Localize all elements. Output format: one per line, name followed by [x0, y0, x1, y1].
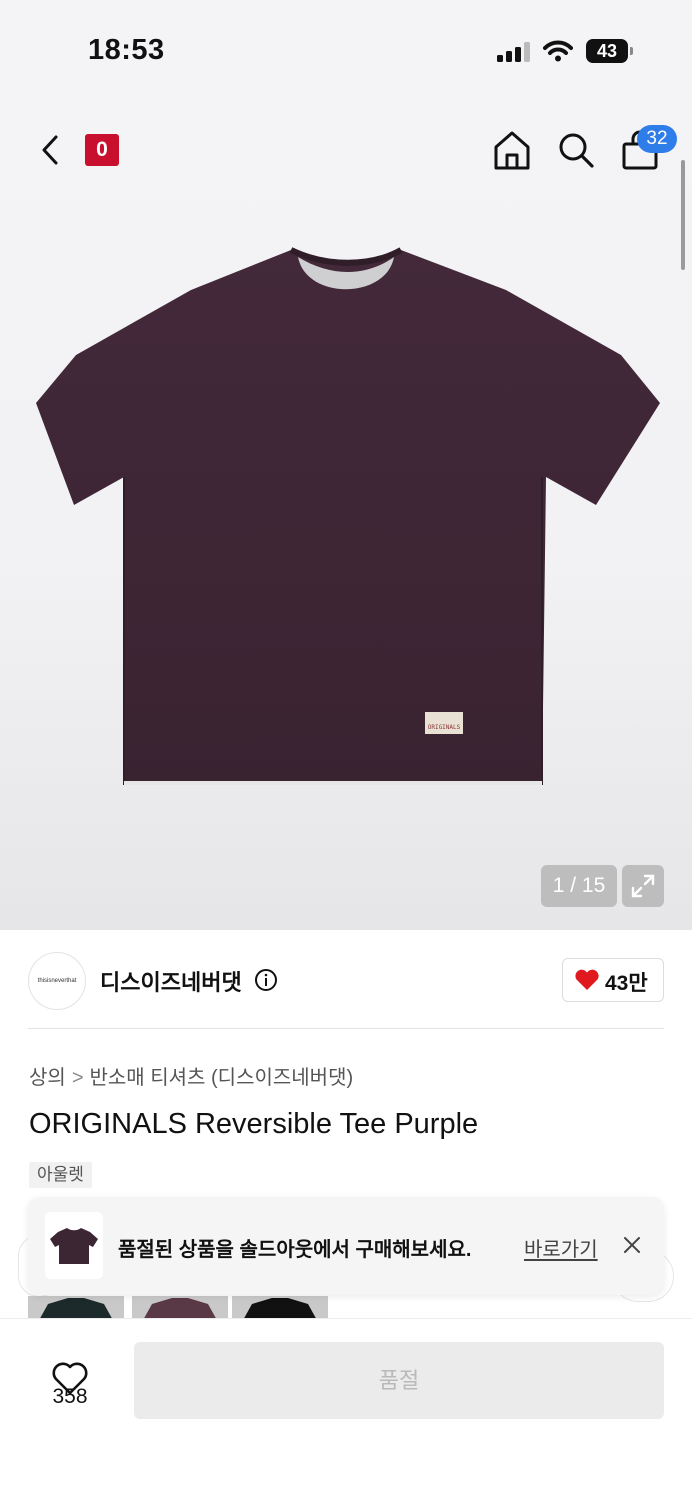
- heart-icon: [575, 969, 599, 990]
- wifi-icon: [543, 40, 573, 62]
- cart-count-badge: 32: [637, 125, 677, 153]
- expand-icon[interactable]: [622, 865, 664, 907]
- garment-label: ORIGINALS: [428, 724, 461, 731]
- info-icon[interactable]: [254, 968, 278, 992]
- toast-go-link[interactable]: 바로가기: [524, 1233, 598, 1262]
- image-counter: 1 / 15: [541, 865, 617, 907]
- soldout-button[interactable]: 품절: [134, 1342, 664, 1419]
- toast-message: 품절된 상품을 솔드아웃에서 구매해보세요.: [118, 1239, 472, 1261]
- section-divider: [28, 1028, 664, 1029]
- breadcrumb-item-category[interactable]: 상의: [29, 1067, 66, 1089]
- store-name[interactable]: 디스이즈네버댓: [100, 965, 242, 997]
- home-icon[interactable]: [492, 128, 532, 172]
- store-like-button[interactable]: 43만: [562, 958, 664, 1002]
- search-icon[interactable]: [556, 130, 596, 170]
- cellular-signal-icon: [497, 42, 530, 62]
- breadcrumb-item-subcategory[interactable]: 반소매 티셔츠 (디스이즈네버댓): [90, 1067, 354, 1089]
- battery-cap: [630, 47, 633, 55]
- status-bar: 18:53 43: [0, 0, 692, 100]
- store-logo[interactable]: thisisneverthat: [28, 952, 86, 1010]
- chevron-right-icon: >: [71, 1067, 84, 1089]
- toast-product-thumbnail: [45, 1212, 103, 1279]
- breadcrumb: 상의 > 반소매 티셔츠 (디스이즈네버댓): [29, 1061, 353, 1090]
- product-image-gallery[interactable]: 18:53 43 0 32 ORIGINALS 1 / 15: [0, 0, 692, 930]
- brand-logo[interactable]: 0: [85, 134, 119, 166]
- soldout-toast: 품절된 상품을 솔드아웃에서 구매해보세요. 바로가기: [28, 1197, 664, 1295]
- status-time: 18:53: [88, 34, 165, 66]
- battery-indicator: 43: [586, 39, 628, 63]
- scroll-indicator: [681, 160, 685, 270]
- store-like-count: 43만: [605, 972, 648, 995]
- wishlist-count: 358: [52, 1385, 88, 1408]
- product-photo-tshirt: ORIGINALS: [36, 247, 660, 785]
- top-navigation: 0: [0, 120, 692, 180]
- back-icon[interactable]: [34, 132, 68, 168]
- product-title: ORIGINALS Reversible Tee Purple: [29, 1108, 479, 1140]
- close-icon[interactable]: [622, 1235, 642, 1255]
- outlet-tag: 아울렛: [29, 1162, 92, 1188]
